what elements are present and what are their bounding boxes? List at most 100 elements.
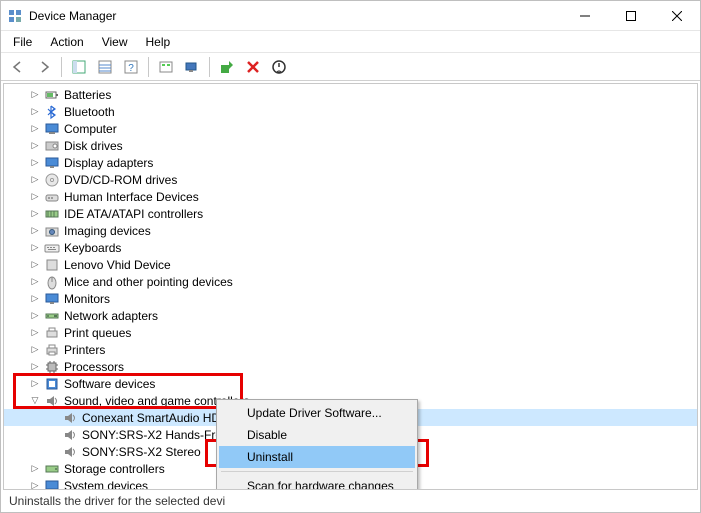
tree-node-monitors[interactable]: ▷Monitors [4,290,697,307]
tree-node-dvdcdrom[interactable]: ▷DVD/CD-ROM drives [4,171,697,188]
enable-device-button[interactable] [215,55,239,79]
uninstall-device-button[interactable] [241,55,265,79]
tree-node-batteries[interactable]: ▷ Batteries [4,86,697,103]
chevron-right-icon[interactable]: ▷ [28,241,42,255]
chevron-right-icon[interactable]: ▷ [28,462,42,476]
context-disable[interactable]: Disable [219,424,415,446]
chevron-right-icon[interactable]: ▷ [28,309,42,323]
chevron-right-icon[interactable]: ▷ [28,479,42,490]
printer-icon [44,342,60,358]
tree-node-hid[interactable]: ▷ Human Interface Devices [4,188,697,205]
back-button[interactable] [6,55,30,79]
tree-node-label: Disk drives [64,139,123,153]
menu-action[interactable]: Action [42,33,91,51]
generic-icon [44,257,60,273]
minimize-button[interactable] [562,1,608,30]
titlebar: Device Manager [1,1,700,31]
chevron-right-icon[interactable]: ▷ [28,275,42,289]
tree-node-label: Mice and other pointing devices [64,275,233,289]
tree-node-label: Human Interface Devices [64,190,199,204]
display-icon [44,155,60,171]
bluetooth-icon [44,104,60,120]
tree-node-label: Printers [64,343,105,357]
tree-node-printers[interactable]: ▷ Printers [4,341,697,358]
chevron-right-icon[interactable]: ▷ [28,173,42,187]
disk-icon [44,138,60,154]
properties-button[interactable] [93,55,117,79]
tree-node-processors[interactable]: ▷Processors [4,358,697,375]
chevron-right-icon[interactable]: ▷ [28,292,42,306]
maximize-button[interactable] [608,1,654,30]
chevron-right-icon[interactable]: ▷ [28,105,42,119]
disable-device-button[interactable] [267,55,291,79]
chevron-right-icon[interactable]: ▷ [28,122,42,136]
scan-hardware-button[interactable] [180,55,204,79]
tree-panel: ▷ Batteries ▷ Bluetooth ▷ Computer ▷ Disk drive… [3,83,698,490]
sound-icon [44,393,60,409]
tree-node-diskdrives[interactable]: ▷ Disk drives [4,137,697,154]
menu-help[interactable]: Help [138,33,179,51]
chevron-right-icon[interactable]: ▷ [28,326,42,340]
tree-node-label: Bluetooth [64,105,115,119]
tree-node-keyboards[interactable]: ▷ Keyboards [4,239,697,256]
imaging-icon [44,223,60,239]
tree-node-label: Computer [64,122,117,136]
menu-view[interactable]: View [94,33,136,51]
tree-node-label: SONY:SRS-X2 Hands-Free [82,428,229,442]
menu-file[interactable]: File [5,33,40,51]
tree-node-netadapters[interactable]: ▷ Network adapters [4,307,697,324]
help-button[interactable]: ? [119,55,143,79]
tree-node-computer[interactable]: ▷ Computer [4,120,697,137]
chevron-right-icon[interactable]: ▷ [28,360,42,374]
tree-node-label: Software devices [64,377,155,391]
tree-node-label: Imaging devices [64,224,151,238]
tree-node-label: IDE ATA/ATAPI controllers [64,207,203,221]
tree-node-label: Conexant SmartAudio HD [82,411,220,425]
battery-icon [44,87,60,103]
chevron-right-icon[interactable]: ▷ [28,88,42,102]
chevron-right-icon[interactable]: ▷ [28,139,42,153]
cpu-icon [44,359,60,375]
tree-node-bluetooth[interactable]: ▷ Bluetooth [4,103,697,120]
window-buttons [562,1,700,30]
device-manager-window: Device Manager File Action View Help ? ▷… [0,0,701,513]
chevron-down-icon[interactable]: ▽ [28,394,42,408]
tree-spacer [46,428,60,442]
soft-icon [44,376,60,392]
show-hide-tree-button[interactable] [67,55,91,79]
printq-icon [44,325,60,341]
chevron-right-icon[interactable]: ▷ [28,190,42,204]
context-uninstall[interactable]: Uninstall [219,446,415,468]
chevron-right-icon[interactable]: ▷ [28,377,42,391]
chevron-right-icon[interactable]: ▷ [28,343,42,357]
window-title: Device Manager [29,9,562,23]
context-update-driver[interactable]: Update Driver Software... [219,402,415,424]
tree-node-mice[interactable]: ▷ Mice and other pointing devices [4,273,697,290]
tree-node-label: Batteries [64,88,111,102]
ide-icon [44,206,60,222]
chevron-right-icon[interactable]: ▷ [28,207,42,221]
context-scan[interactable]: Scan for hardware changes [219,475,415,490]
update-driver-button[interactable] [154,55,178,79]
chevron-right-icon[interactable]: ▷ [28,258,42,272]
chevron-right-icon[interactable]: ▷ [28,224,42,238]
tree-node-imaging[interactable]: ▷ Imaging devices [4,222,697,239]
svg-text:?: ? [128,63,134,74]
toolbar: ? [1,53,700,81]
tree-node-displayadapters[interactable]: ▷Display adapters [4,154,697,171]
status-text: Uninstalls the driver for the selected d… [9,494,225,508]
tree-node-softdev[interactable]: ▷ Software devices [4,375,697,392]
tree-node-label: Network adapters [64,309,158,323]
forward-button[interactable] [32,55,56,79]
tree-node-ideata[interactable]: ▷ IDE ATA/ATAPI controllers [4,205,697,222]
close-button[interactable] [654,1,700,30]
tree-node-printqueues[interactable]: ▷Print queues [4,324,697,341]
keyboard-icon [44,240,60,256]
tree-node-lenovovhid[interactable]: ▷Lenovo Vhid Device [4,256,697,273]
system-icon [44,478,60,490]
network-icon [44,308,60,324]
tree-node-label: System devices [64,479,148,490]
tree-node-label: Keyboards [64,241,121,255]
storage-icon [44,461,60,477]
chevron-right-icon[interactable]: ▷ [28,156,42,170]
